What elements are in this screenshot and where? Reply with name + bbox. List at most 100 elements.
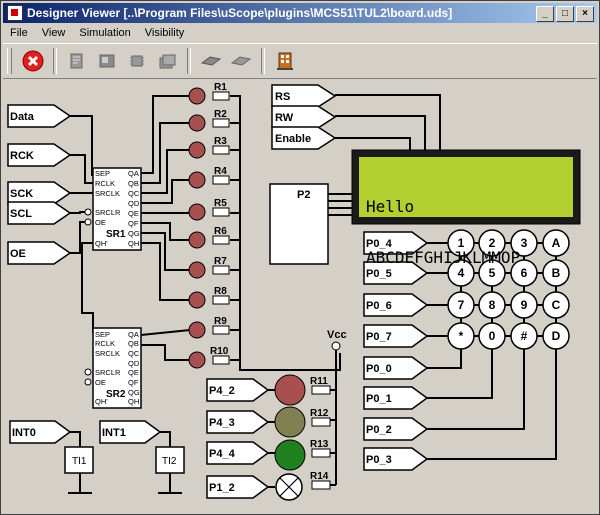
vcc-label: Vcc bbox=[327, 329, 347, 341]
lamp-bank: P4_2 R11 P4_3 R12 P4_4 R13 P1_2 R14 bbox=[206, 374, 331, 501]
sr1-pin-qf: QF bbox=[128, 219, 139, 228]
lamp-p4-4[interactable]: P4_4 R13 bbox=[206, 439, 331, 471]
key-7-label: 7 bbox=[458, 298, 465, 312]
key-star-label: * bbox=[459, 329, 464, 343]
input-scl[interactable]: SCL bbox=[7, 201, 72, 225]
sr1-pin-sep: SEP bbox=[95, 169, 110, 178]
led-r3[interactable]: R3 bbox=[188, 136, 230, 159]
keypad-col-p0-2-label: P0_2 bbox=[366, 424, 392, 436]
lcd-line-2: ABCDEFGHIJKLMMOP bbox=[366, 248, 521, 267]
vcc-node: Vcc bbox=[327, 329, 347, 351]
resistor-r12-label: R12 bbox=[310, 408, 329, 419]
led-bank: R1 R2 R3 R4 R5 R6 R7 R8 R9 R10 bbox=[188, 82, 230, 369]
lcd-input-rs[interactable]: RS bbox=[271, 84, 337, 108]
resistor-r4-label: R4 bbox=[214, 166, 227, 177]
sr1-pin-qh-prime: QH' bbox=[95, 239, 108, 248]
sr2-pin-sep: SEP bbox=[95, 330, 110, 339]
sr2-pin-qg: QG bbox=[128, 388, 140, 397]
sr2-pin-oe: OE bbox=[95, 378, 106, 387]
interrupt-int0-label: INT0 bbox=[12, 427, 36, 439]
lamp-p1-2[interactable]: P1_2 R14 bbox=[206, 471, 331, 501]
lcd-input-rw[interactable]: RW bbox=[271, 105, 337, 129]
keypad-col-p0-0[interactable]: P0_0 bbox=[363, 356, 429, 380]
shift-register-sr1[interactable]: SEP RCLK SRCLK SRCLR OE QH' QA QB QC QD … bbox=[84, 167, 142, 251]
lamp-p4-2-label: P4_2 bbox=[209, 385, 235, 397]
sr1-pin-qh: QH bbox=[128, 239, 139, 248]
key-c[interactable]: C bbox=[542, 291, 570, 319]
keypad-row-p0-7-label: P0_7 bbox=[366, 331, 392, 343]
led-r4[interactable]: R4 bbox=[188, 166, 230, 189]
lcd-text: Hello ABCDEFGHIJKLMMOP bbox=[366, 164, 576, 283]
sr1-pin-qg: QG bbox=[128, 229, 140, 238]
led-r9[interactable]: R9 bbox=[188, 316, 230, 339]
shift-register-sr2[interactable]: SEP RCLK SRCLK SRCLR OE QH' QA QB QC QD … bbox=[84, 327, 142, 409]
interrupt-int1[interactable]: INT1 bbox=[99, 420, 162, 444]
sr2-pin-qf: QF bbox=[128, 378, 139, 387]
sr1-pin-qc: QC bbox=[128, 189, 140, 198]
lcd-controls: RS RW Enable bbox=[271, 84, 337, 150]
resistor-r2-label: R2 bbox=[214, 109, 227, 120]
led-r6[interactable]: R6 bbox=[188, 226, 230, 249]
p2-label: P2 bbox=[297, 189, 310, 201]
p2-port-block[interactable]: P2 bbox=[269, 183, 329, 265]
resistor-r3-label: R3 bbox=[214, 136, 227, 147]
input-sck[interactable]: SCK bbox=[7, 181, 72, 205]
led-r2[interactable]: R2 bbox=[188, 109, 230, 132]
input-data[interactable]: Data bbox=[7, 104, 72, 128]
sr1-pin-qb: QB bbox=[128, 179, 139, 188]
key-c-label: C bbox=[552, 298, 561, 312]
button-ti1-label: TI1 bbox=[72, 456, 87, 467]
sr2-pin-qh: QH bbox=[128, 397, 139, 406]
button-ti2[interactable]: TI2 bbox=[155, 446, 185, 474]
lcd-line-1: Hello bbox=[366, 197, 415, 216]
sr1-pin-srclr: SRCLR bbox=[95, 208, 121, 217]
key-star[interactable]: * bbox=[447, 322, 475, 350]
resistor-r10-label: R10 bbox=[210, 346, 229, 357]
sr1-pin-rclk: RCLK bbox=[95, 179, 115, 188]
lamp-p4-3[interactable]: P4_3 R12 bbox=[206, 406, 331, 438]
input-scl-label: SCL bbox=[10, 208, 32, 220]
lamp-p4-2[interactable]: P4_2 R11 bbox=[206, 374, 331, 406]
input-rck[interactable]: RCK bbox=[7, 143, 72, 167]
keypad-col-p0-1[interactable]: P0_1 bbox=[363, 386, 429, 410]
input-oe[interactable]: OE bbox=[7, 241, 72, 265]
key-d[interactable]: D bbox=[542, 322, 570, 350]
resistor-r1-label: R1 bbox=[214, 82, 227, 93]
interrupt-int1-label: INT1 bbox=[102, 427, 126, 439]
keypad-col-p0-3-label: P0_3 bbox=[366, 454, 392, 466]
sr1-pin-srclk: SRCLK bbox=[95, 189, 120, 198]
input-sck-label: SCK bbox=[10, 188, 33, 200]
led-r10[interactable]: R10 bbox=[188, 346, 230, 369]
led-r7[interactable]: R7 bbox=[188, 256, 230, 279]
sr2-label: SR2 bbox=[106, 389, 126, 400]
keypad-col-p0-2[interactable]: P0_2 bbox=[363, 417, 429, 441]
key-8-label: 8 bbox=[489, 298, 496, 312]
key-hash[interactable]: # bbox=[510, 322, 538, 350]
keypad-row-p0-6[interactable]: P0_6 bbox=[363, 293, 429, 317]
button-ti1[interactable]: TI1 bbox=[64, 446, 94, 474]
lcd-input-rw-label: RW bbox=[275, 112, 294, 124]
sr2-pin-qa: QA bbox=[128, 330, 139, 339]
key-8[interactable]: 8 bbox=[478, 291, 506, 319]
sr2-pin-qb: QB bbox=[128, 339, 139, 348]
key-0-label: 0 bbox=[489, 329, 496, 343]
sr1-pin-qa: QA bbox=[128, 169, 139, 178]
sr2-pin-qc: QC bbox=[128, 349, 140, 358]
sr2-pin-srclk: SRCLK bbox=[95, 349, 120, 358]
led-r8[interactable]: R8 bbox=[188, 286, 230, 309]
led-r5[interactable]: R5 bbox=[188, 198, 230, 221]
keypad-col-p0-3[interactable]: P0_3 bbox=[363, 447, 429, 471]
resistor-r9-label: R9 bbox=[214, 316, 227, 327]
key-7[interactable]: 7 bbox=[447, 291, 475, 319]
keypad-row-p0-7[interactable]: P0_7 bbox=[363, 324, 429, 348]
led-r1[interactable]: R1 bbox=[188, 82, 230, 105]
resistor-r11-label: R11 bbox=[310, 376, 328, 387]
input-flags: Data RCK SCK SCL OE bbox=[7, 104, 72, 265]
resistor-r6-label: R6 bbox=[214, 226, 227, 237]
lcd-input-enable-label: Enable bbox=[275, 133, 311, 145]
key-9[interactable]: 9 bbox=[510, 291, 538, 319]
resistor-r5-label: R5 bbox=[214, 198, 227, 209]
lcd-input-enable[interactable]: Enable bbox=[271, 126, 337, 150]
key-0[interactable]: 0 bbox=[478, 322, 506, 350]
interrupt-int0[interactable]: INT0 bbox=[9, 420, 72, 444]
